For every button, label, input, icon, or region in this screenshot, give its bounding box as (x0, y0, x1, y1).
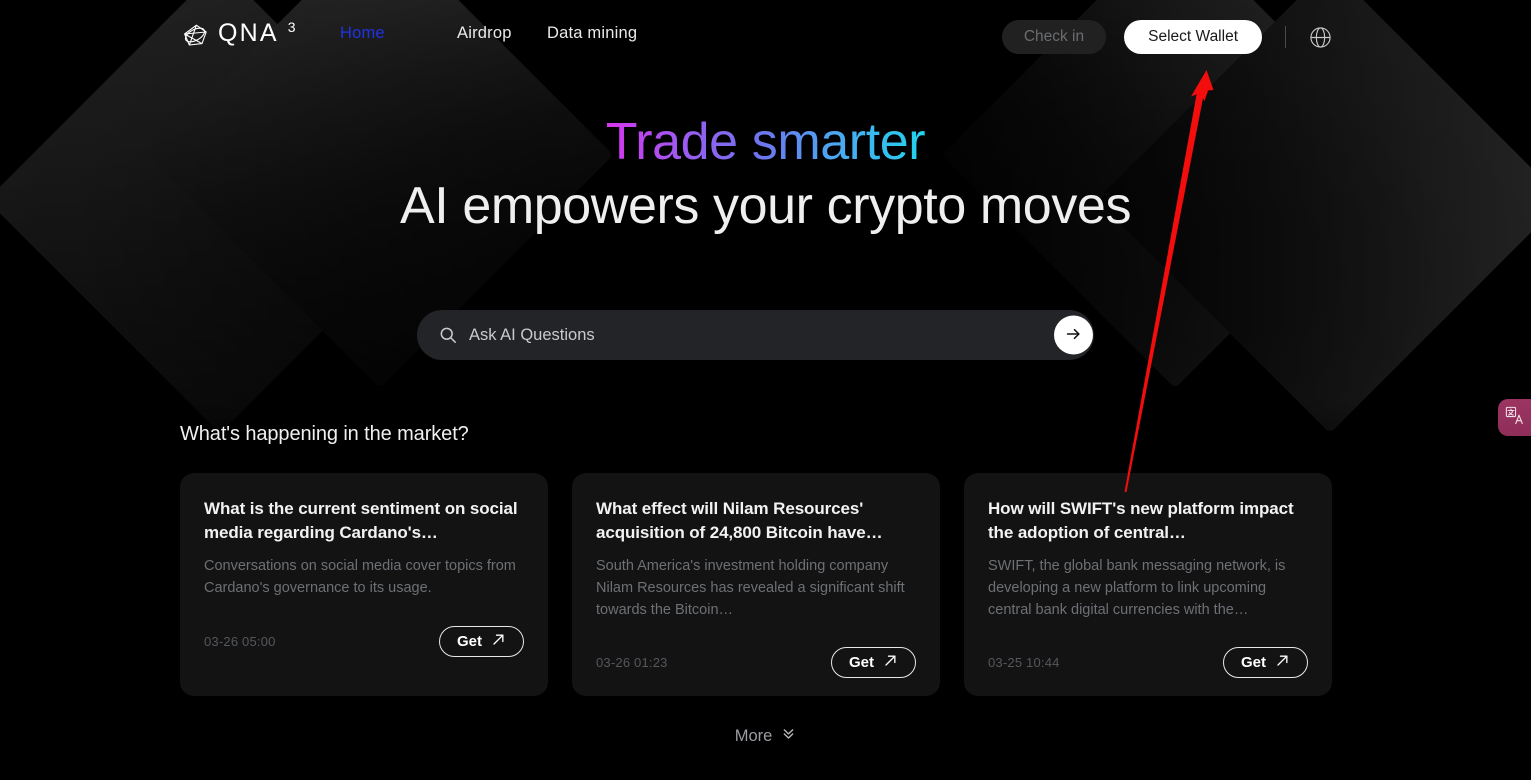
search-submit-button[interactable] (1054, 315, 1093, 355)
hero-subtitle: AI empowers your crypto moves (399, 177, 1132, 235)
page-root: QNA 3 Home Airdrop Data mining Check in … (0, 0, 1531, 780)
card-title: How will SWIFT's new platform impact the… (988, 499, 1294, 542)
market-card[interactable]: What effect will Nilam Resources' acquis… (572, 473, 940, 696)
header-actions: Check in Select Wallet (1001, 20, 1333, 54)
hero-section: Trade smarter AI empowers your crypto mo… (0, 110, 1531, 238)
get-button[interactable]: Get (1222, 647, 1308, 678)
get-button-label: Get (456, 633, 482, 650)
check-in-button[interactable]: Check in (1001, 20, 1107, 54)
translate-widget-button[interactable] (1498, 399, 1531, 436)
card-footer: 03-25 10:44 Get (988, 647, 1308, 678)
header-divider (1285, 26, 1286, 48)
ai-search-bar (417, 310, 1094, 360)
nav-item-airdrop[interactable]: Airdrop (457, 24, 547, 43)
load-more-label: More (734, 726, 773, 745)
card-description: South America's investment holding compa… (596, 558, 905, 618)
market-card[interactable]: What is the current sentiment on social … (180, 473, 548, 696)
brand-superscript: 3 (287, 19, 296, 35)
card-description: Conversations on social media cover topi… (204, 558, 516, 596)
get-button-label: Get (848, 654, 874, 671)
card-title: What is the current sentiment on social … (204, 499, 518, 542)
search-box[interactable] (417, 310, 1094, 360)
get-button[interactable]: Get (830, 647, 916, 678)
hero-headline-row: Trade smarter (0, 110, 1531, 174)
arrow-up-right-icon (1275, 653, 1290, 672)
load-more-button[interactable]: More (0, 726, 1531, 746)
translate-icon (1505, 406, 1524, 430)
hero-title-gradient: Trade smarter (606, 110, 926, 174)
market-card[interactable]: How will SWIFT's new platform impact the… (964, 473, 1332, 696)
globe-icon[interactable] (1307, 24, 1333, 50)
select-wallet-button[interactable]: Select Wallet (1124, 20, 1262, 54)
nav-item-home[interactable]: Home (340, 24, 430, 43)
get-button[interactable]: Get (438, 626, 524, 657)
market-card-list: What is the current sentiment on social … (180, 473, 1332, 696)
nav-item-data-mining[interactable]: Data mining (547, 24, 677, 43)
card-timestamp: 03-26 01:23 (596, 655, 668, 670)
main-nav: Home Airdrop Data mining (340, 24, 677, 43)
search-input[interactable] (469, 325, 1094, 345)
chevron-double-down-icon (781, 726, 796, 746)
gem-diamond-icon (182, 22, 210, 50)
card-footer: 03-26 05:00 Get (204, 626, 524, 657)
card-description: SWIFT, the global bank messaging network… (988, 558, 1286, 618)
arrow-up-right-icon (491, 632, 506, 651)
market-section-title: What's happening in the market? (180, 423, 469, 445)
card-footer: 03-26 01:23 Get (596, 647, 916, 678)
card-timestamp: 03-26 05:00 (204, 634, 276, 649)
arrow-up-right-icon (883, 653, 898, 672)
card-timestamp: 03-25 10:44 (988, 655, 1060, 670)
arrow-right-icon (1064, 324, 1083, 346)
brand-logo[interactable]: QNA 3 (182, 19, 296, 50)
card-title: What effect will Nilam Resources' acquis… (596, 499, 883, 542)
site-header: QNA 3 Home Airdrop Data mining Check in … (0, 0, 1531, 73)
brand-name: QNA (218, 19, 279, 47)
get-button-label: Get (1240, 654, 1266, 671)
search-icon (439, 326, 457, 344)
